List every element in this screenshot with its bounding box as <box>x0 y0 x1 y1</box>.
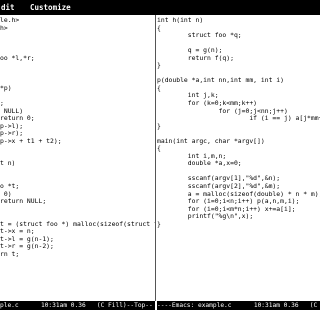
code-line[interactable] <box>0 62 155 70</box>
code-line[interactable] <box>0 274 155 282</box>
code-line[interactable]: return f(q); <box>157 55 320 63</box>
code-line[interactable]: rn t; <box>0 251 155 259</box>
code-line[interactable]: } <box>157 123 320 131</box>
code-line[interactable]: h> <box>0 25 155 33</box>
menu-customize[interactable]: Customize <box>30 0 71 15</box>
code-line[interactable]: struct foo *q; <box>157 32 320 40</box>
code-line[interactable] <box>157 243 320 251</box>
code-line[interactable]: return NULL; <box>0 198 155 206</box>
code-line[interactable]: } <box>157 221 320 229</box>
code-line[interactable]: { <box>157 145 320 153</box>
code-line[interactable] <box>0 92 155 100</box>
code-line[interactable]: sscanf(argv[1],"%d",&n); <box>157 175 320 183</box>
code-line[interactable] <box>0 47 155 55</box>
code-line[interactable]: t = (struct foo *) malloc(sizeof(struct … <box>0 221 155 229</box>
code-line[interactable]: main(int argc, char *argv[]) <box>157 138 320 146</box>
menu-edit[interactable]: dit <box>1 0 15 15</box>
code-line[interactable] <box>0 168 155 176</box>
code-line[interactable]: p->l); <box>0 123 155 131</box>
code-line[interactable]: for (k=0;k<mm;k++) <box>157 100 320 108</box>
code-line[interactable] <box>0 77 155 85</box>
editor-pane-left[interactable]: le.h> h> oo *l,*r; *p); NULL) return 0; p->l)… <box>0 17 155 300</box>
code-line[interactable]: printf("%g\n",x); <box>157 213 320 221</box>
code-line[interactable] <box>157 236 320 244</box>
code-line[interactable] <box>0 175 155 183</box>
code-line[interactable]: t->l = g(n-1); <box>0 236 155 244</box>
code-line[interactable] <box>157 274 320 282</box>
code-line[interactable]: q = g(n); <box>157 47 320 55</box>
editor-pane-right[interactable]: int h(int n){ struct foo *q; q = g(n); r… <box>157 17 320 300</box>
code-line[interactable] <box>157 259 320 267</box>
code-line[interactable] <box>0 70 155 78</box>
code-line[interactable]: ; <box>0 100 155 108</box>
code-line[interactable] <box>0 153 155 161</box>
code-line[interactable]: sscanf(argv[2],"%d",&m); <box>157 183 320 191</box>
code-line[interactable]: int h(int n) <box>157 17 320 25</box>
code-line[interactable]: if (i == j) a[j*mm+k] = <box>157 115 320 123</box>
code-line[interactable]: t->r = g(n-2); <box>0 243 155 251</box>
code-line[interactable] <box>0 145 155 153</box>
code-line[interactable]: a = malloc(sizeof(double) * n * m); <box>157 191 320 199</box>
code-line[interactable] <box>157 251 320 259</box>
code-line[interactable]: for (j=0;j<nn;j++) <box>157 108 320 116</box>
code-line[interactable]: double *a,x=0; <box>157 160 320 168</box>
code-line[interactable]: int j,k; <box>157 92 320 100</box>
menu-bar: dit Customize <box>0 0 320 15</box>
code-line[interactable]: NULL) <box>0 108 155 116</box>
code-line[interactable] <box>157 70 320 78</box>
code-line[interactable]: *p) <box>0 85 155 93</box>
code-line[interactable]: t n) <box>0 160 155 168</box>
minibuffer[interactable] <box>0 310 320 320</box>
code-line[interactable] <box>0 266 155 274</box>
code-line[interactable] <box>157 168 320 176</box>
code-line[interactable] <box>0 259 155 267</box>
code-line[interactable]: t->x = n; <box>0 228 155 236</box>
code-line[interactable] <box>0 281 155 289</box>
code-line[interactable] <box>157 266 320 274</box>
code-line[interactable] <box>0 40 155 48</box>
code-line[interactable]: p->x + t1 + t2); <box>0 138 155 146</box>
code-line[interactable]: p(double *a,int nn,int mm, int i) <box>157 77 320 85</box>
mode-line-left[interactable]: ple.c 10:31am 0.36 (C Fill)--Top-- <box>0 301 155 310</box>
code-line[interactable]: } <box>157 62 320 70</box>
code-line[interactable]: return 0; <box>0 115 155 123</box>
code-line[interactable]: o *t; <box>0 183 155 191</box>
code-line[interactable] <box>157 281 320 289</box>
code-line[interactable] <box>0 32 155 40</box>
code-line[interactable]: { <box>157 25 320 33</box>
code-line[interactable]: 0) <box>0 191 155 199</box>
code-line[interactable] <box>157 40 320 48</box>
code-line[interactable]: for (i=0;i<n;i++) p(a,n,m,i); <box>157 198 320 206</box>
code-line[interactable] <box>0 213 155 221</box>
code-line[interactable]: for (i=0;i<m*n;i++) x+=a[i]; <box>157 206 320 214</box>
code-line[interactable]: p->r); <box>0 130 155 138</box>
code-line[interactable]: { <box>157 85 320 93</box>
code-line[interactable] <box>157 228 320 236</box>
code-line[interactable] <box>0 206 155 214</box>
code-line[interactable]: oo *l,*r; <box>0 55 155 63</box>
code-line[interactable]: int i,m,n; <box>157 153 320 161</box>
mode-line-right[interactable]: ----Emacs: example.c 10:31am 0.36 (C Fil… <box>157 301 320 310</box>
code-line[interactable]: le.h> <box>0 17 155 25</box>
window-divider[interactable] <box>155 15 156 301</box>
code-line[interactable] <box>157 130 320 138</box>
